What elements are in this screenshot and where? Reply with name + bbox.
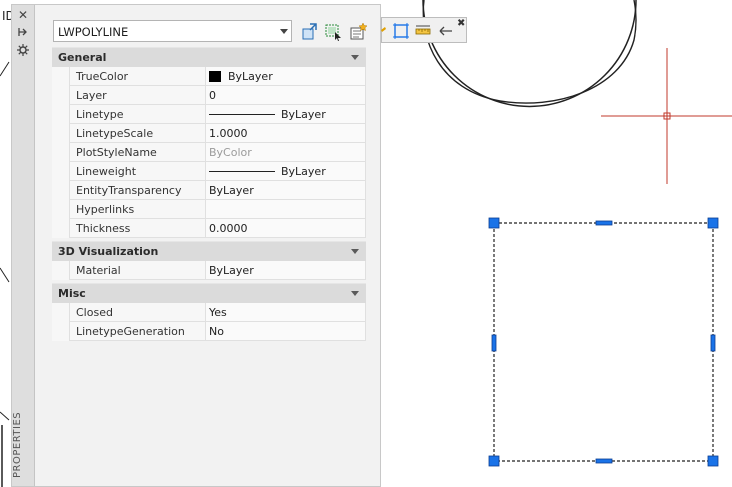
property-name: Thickness [69, 219, 205, 238]
property-name: EntityTransparency [69, 181, 205, 200]
quick-select-icon[interactable] [348, 22, 368, 42]
property-name: Hyperlinks [69, 200, 205, 219]
linetype-preview [209, 114, 275, 115]
category-label: 3D Visualization [58, 245, 159, 258]
property-value[interactable]: 1.0000 [205, 124, 366, 143]
property-row-material[interactable]: Material ByLayer [52, 261, 366, 280]
property-name: PlotStyleName [69, 143, 205, 162]
property-value[interactable]: ByLayer [205, 105, 366, 124]
property-value[interactable]: 0 [205, 86, 366, 105]
chevron-down-icon[interactable] [351, 55, 359, 60]
lineweight-preview [209, 171, 275, 172]
category-label: General [58, 51, 107, 64]
category-3d-visualization[interactable]: 3D Visualization [52, 241, 366, 261]
category-general[interactable]: General [52, 47, 366, 67]
property-name: Closed [69, 303, 205, 322]
property-value[interactable]: No [205, 322, 366, 341]
rectangle-icon[interactable] [392, 22, 410, 40]
property-name: Layer [69, 86, 205, 105]
chevron-down-icon[interactable] [351, 249, 359, 254]
category-misc[interactable]: Misc [52, 283, 366, 303]
object-type-dropdown[interactable]: LWPOLYLINE [53, 20, 292, 42]
color-swatch [209, 71, 221, 82]
grips[interactable] [488, 217, 719, 467]
property-name: LinetypeGeneration [69, 322, 205, 341]
property-row-plotstylename[interactable]: PlotStyleName ByColor [52, 143, 366, 162]
grip-midpoint[interactable] [491, 334, 497, 352]
property-row-linetypescale[interactable]: LinetypeScale 1.0000 [52, 124, 366, 143]
select-objects-icon[interactable] [324, 22, 344, 42]
auto-hide-icon[interactable] [15, 26, 31, 40]
grip-vertex[interactable] [488, 455, 500, 467]
grip-vertex[interactable] [707, 217, 719, 229]
property-row-closed[interactable]: Closed Yes [52, 303, 366, 322]
property-value[interactable]: Yes [205, 303, 366, 322]
grip-midpoint[interactable] [595, 458, 613, 464]
property-value[interactable]: ByLayer [205, 181, 366, 200]
grip-midpoint[interactable] [710, 334, 716, 352]
property-name: Material [69, 261, 205, 280]
property-row-hyperlinks[interactable]: Hyperlinks [52, 200, 366, 219]
property-row-truecolor[interactable]: TrueColor ByLayer [52, 67, 366, 86]
edge-line [0, 61, 10, 77]
category-label: Misc [58, 287, 86, 300]
property-value-text: ByLayer [281, 165, 326, 178]
grip-vertex[interactable] [707, 455, 719, 467]
property-row-layer[interactable]: Layer 0 [52, 86, 366, 105]
property-name: LinetypeScale [69, 124, 205, 143]
palette-titlebar[interactable]: ✕ PROPERTIES [12, 5, 35, 486]
property-value[interactable]: 0.0000 [205, 219, 366, 238]
property-value-text: ByLayer [281, 108, 326, 121]
grip-midpoint[interactable] [595, 220, 613, 226]
chevron-down-icon[interactable] [351, 291, 359, 296]
circle-entity[interactable] [422, 0, 637, 108]
object-type-value: LWPOLYLINE [58, 25, 129, 39]
property-row-linetype[interactable]: Linetype ByLayer [52, 105, 366, 124]
circle-entity-body[interactable] [422, 0, 637, 104]
properties-palette: ✕ PROPERTIES LWPOLYLINE General TrueColo… [11, 4, 381, 487]
property-value: ByColor [205, 143, 366, 162]
chevron-down-icon [280, 29, 288, 34]
property-name: Linetype [69, 105, 205, 124]
close-icon[interactable]: ✕ [15, 8, 31, 22]
grip-vertex[interactable] [488, 217, 500, 229]
object-row: LWPOLYLINE [52, 19, 378, 45]
property-value[interactable]: ByLayer [205, 67, 366, 86]
property-row-lineweight[interactable]: Lineweight ByLayer [52, 162, 366, 181]
measure-icon[interactable] [414, 22, 432, 40]
property-value[interactable] [205, 200, 366, 219]
property-row-linetypegeneration[interactable]: LinetypeGeneration No [52, 322, 366, 341]
property-value-text: ByLayer [228, 70, 273, 83]
close-icon[interactable]: ✖ [457, 19, 465, 29]
selected-polyline[interactable] [493, 222, 714, 462]
property-grid: General TrueColor ByLayer Layer 0 Linety… [52, 47, 366, 341]
property-row-thickness[interactable]: Thickness 0.0000 [52, 219, 366, 238]
floating-toolbar: ✖ [381, 17, 467, 43]
property-value[interactable]: ByLayer [205, 162, 366, 181]
palette-title: PROPERTIES [12, 411, 23, 479]
undo-icon[interactable] [436, 22, 454, 40]
property-name: Lineweight [69, 162, 205, 181]
property-name: TrueColor [69, 67, 205, 86]
edge-line [0, 267, 10, 283]
palette-settings-icon[interactable] [15, 44, 31, 58]
edge-line [0, 411, 10, 421]
crosshair-cursor [601, 48, 732, 184]
property-row-entitytransparency[interactable]: EntityTransparency ByLayer [52, 181, 366, 200]
toggle-pickadd-icon[interactable] [300, 22, 320, 42]
property-value[interactable]: ByLayer [205, 261, 366, 280]
